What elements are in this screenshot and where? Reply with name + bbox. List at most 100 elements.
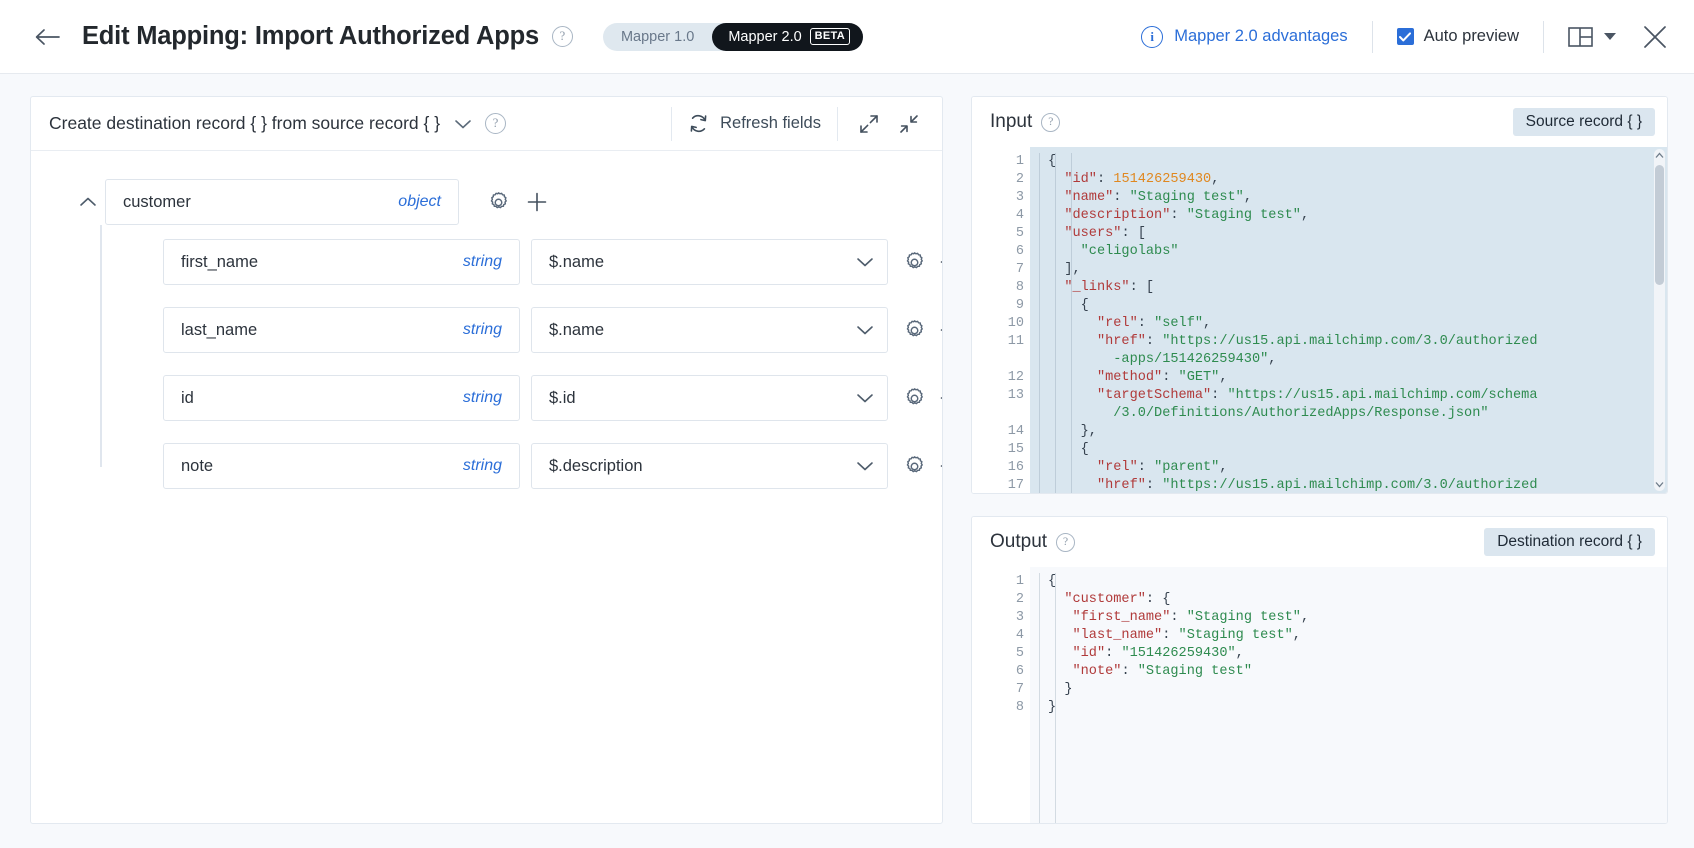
code-line: "first_name": "Staging test",: [1072, 610, 1310, 625]
scroll-down-icon[interactable]: [1654, 479, 1665, 490]
toggle-mapper-1[interactable]: Mapper 1.0: [603, 23, 712, 51]
output-json-content[interactable]: { "customer": { "first_name": "Staging t…: [1030, 567, 1667, 823]
field-add-button[interactable]: [939, 385, 942, 411]
code-line: "last_name": "Staging test",: [1072, 628, 1301, 643]
page-title: Edit Mapping: Import Authorized Apps: [82, 22, 539, 50]
line-number: 3: [1015, 190, 1024, 205]
destination-field-type: string: [462, 253, 502, 270]
mapping-head-divider: [671, 106, 673, 141]
line-number: 6: [1015, 664, 1024, 679]
mapping-title-dropdown[interactable]: [454, 118, 472, 130]
code-line: "rel": "self",: [1096, 316, 1212, 331]
input-code-area[interactable]: 1 2 3 4 5 6 7 8 9 10 11 12 13 14 15 16 17 { "id": 151426…: [972, 147, 1667, 493]
destination-field-name: last_name: [181, 320, 258, 339]
field-add-button[interactable]: [939, 249, 942, 275]
input-title: Input: [990, 111, 1033, 132]
source-record-chip[interactable]: Source record { }: [1512, 108, 1655, 136]
title-help-icon[interactable]: ?: [551, 26, 573, 47]
mapping-field-row: id string $.id: [101, 375, 942, 421]
input-line-numbers: 1 2 3 4 5 6 7 8 9 10 11 12 13 14 15 16 17: [972, 147, 1039, 493]
tree-connector-line: [100, 225, 102, 467]
mapper-advantages-label: Mapper 2.0 advantages: [1174, 27, 1348, 45]
source-field-value: $.name: [549, 320, 605, 339]
mapping-field-row: note string $.description: [101, 443, 942, 489]
expand-all-button[interactable]: [854, 109, 884, 139]
scroll-up-icon[interactable]: [1654, 150, 1665, 161]
output-code-area[interactable]: 123 4 5 6 7 8 { "customer": { "first_name": "…: [972, 567, 1667, 823]
input-panel: Input ? Source record { } 1 2 3 4 5 6 7 8 9 10 11 1…: [971, 96, 1668, 494]
refresh-fields-button[interactable]: Refresh fields: [688, 113, 821, 134]
field-settings-button[interactable]: [903, 249, 926, 275]
code-line: "href": "https://us15.api.mailchimp.com/…: [1096, 334, 1538, 349]
code-line: "users": [: [1064, 226, 1146, 241]
auto-preview-label: Auto preview: [1423, 27, 1519, 45]
arrow-left-icon: [35, 28, 60, 45]
field-settings-button[interactable]: [903, 317, 926, 343]
layout-selector[interactable]: [1568, 25, 1616, 49]
line-number: 15: [972, 441, 1039, 459]
group-collapse-toggle[interactable]: [75, 196, 101, 208]
close-button[interactable]: [1642, 24, 1668, 50]
code-line: {: [1048, 298, 1089, 313]
collapse-all-button[interactable]: [894, 109, 924, 139]
group-field-box[interactable]: customer object: [105, 179, 459, 225]
line-number: 7: [1015, 682, 1024, 697]
code-line-wrap: /3.0/Definitions/AuthorizedApps/Response…: [1048, 406, 1489, 421]
toggle-mapper-2[interactable]: Mapper 2.0 BETA: [712, 22, 863, 51]
plus-icon: [940, 397, 942, 399]
field-add-button[interactable]: [939, 317, 942, 343]
source-field-dropdown[interactable]: [856, 460, 874, 472]
input-help-icon[interactable]: ?: [1041, 112, 1061, 132]
line-number: 5: [1015, 646, 1024, 661]
line-number: 5: [972, 225, 1039, 243]
destination-field-box[interactable]: first_name string: [163, 239, 520, 285]
mapping-field-row: last_name string $.name: [101, 307, 942, 353]
destination-field-name: first_name: [181, 252, 259, 271]
auto-preview-toggle[interactable]: Auto preview: [1396, 27, 1519, 46]
source-field-box[interactable]: $.id: [531, 375, 888, 421]
code-line: "method": "GET",: [1096, 370, 1228, 385]
mapper-advantages-link[interactable]: i Mapper 2.0 advantages: [1141, 25, 1348, 48]
line-number: 1: [972, 573, 1039, 591]
code-line: "celigolabs": [1080, 244, 1179, 259]
layout-panels-icon: [1568, 26, 1593, 47]
line-number-blank: [972, 351, 1030, 369]
code-line: },: [1048, 424, 1097, 439]
destination-field-box[interactable]: note string: [163, 443, 520, 489]
group-settings-button[interactable]: [485, 189, 511, 215]
field-settings-button[interactable]: [903, 385, 926, 411]
code-line: {: [1048, 442, 1089, 457]
destination-record-chip[interactable]: Destination record { }: [1484, 528, 1655, 556]
field-add-button[interactable]: [939, 453, 942, 479]
group-field-type: object: [398, 193, 441, 210]
destination-field-box[interactable]: id string: [163, 375, 520, 421]
chevron-down-icon: [857, 326, 873, 335]
destination-field-box[interactable]: last_name string: [163, 307, 520, 353]
destination-field-type: string: [462, 457, 502, 474]
code-line: }: [1048, 700, 1057, 715]
auto-preview-checkbox[interactable]: [1396, 28, 1414, 45]
input-scroll-thumb[interactable]: [1655, 165, 1664, 285]
indent-guide: [1039, 153, 1040, 493]
mapper-screen: Edit Mapping: Import Authorized Apps ? M…: [0, 0, 1694, 848]
source-field-box[interactable]: $.name: [531, 307, 888, 353]
source-field-dropdown[interactable]: [856, 392, 874, 404]
back-button[interactable]: [30, 20, 64, 54]
output-help-icon[interactable]: ?: [1056, 532, 1076, 552]
field-settings-button[interactable]: [903, 453, 926, 479]
gear-icon: [906, 455, 923, 472]
source-field-box[interactable]: $.description: [531, 443, 888, 489]
preview-column: Input ? Source record { } 1 2 3 4 5 6 7 8 9 10 11 1…: [971, 96, 1668, 824]
chevron-down-icon: [857, 394, 873, 403]
source-field-dropdown[interactable]: [856, 256, 874, 268]
line-number: 6: [1015, 244, 1024, 259]
indent-guide: [1055, 153, 1056, 493]
group-add-field-button[interactable]: [524, 189, 550, 215]
mapping-help-icon[interactable]: ?: [485, 113, 507, 134]
header-divider-2: [1543, 20, 1544, 53]
mapping-rows: customer object first_name string $.name…: [31, 151, 942, 823]
source-field-box[interactable]: $.name: [531, 239, 888, 285]
input-json-content[interactable]: { "id": 151426259430, "name": "Staging t…: [1030, 147, 1667, 493]
input-scrollbar[interactable]: [1654, 149, 1665, 491]
source-field-dropdown[interactable]: [856, 324, 874, 336]
